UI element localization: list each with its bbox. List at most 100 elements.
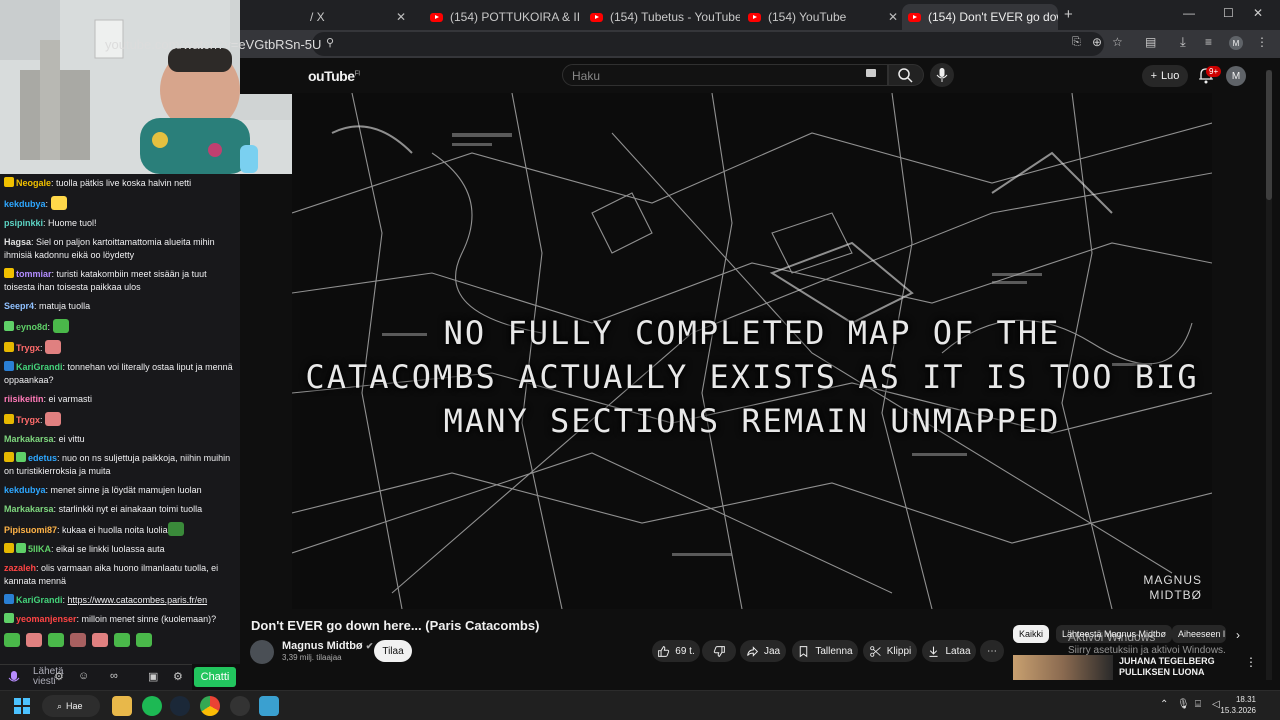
chevron-right-icon[interactable]: › [1236, 628, 1240, 642]
browser-menu-icon[interactable]: ⋮ [1256, 35, 1268, 49]
chat-username[interactable]: tommiar [16, 269, 52, 279]
badge-icon [4, 177, 14, 187]
chat-username[interactable]: 5IIKA [28, 544, 51, 554]
steam-icon[interactable] [170, 696, 190, 716]
emote-icon[interactable] [26, 633, 42, 647]
video-player[interactable]: NO FULLY COMPLETED MAP OF THE CATACOMBS … [292, 93, 1212, 609]
chat-link[interactable]: https://www.catacombes.paris.fr/en [68, 595, 208, 605]
chrome-icon[interactable] [200, 696, 220, 716]
chat-username[interactable]: Trygx [16, 415, 40, 425]
install-icon[interactable]: ⎘ [1072, 36, 1081, 49]
chat-username[interactable]: zazaleh [4, 563, 36, 573]
media-icon[interactable]: ≡ [1205, 35, 1212, 49]
chat-username[interactable]: Trygx [16, 343, 40, 353]
keyboard-icon[interactable] [866, 69, 876, 77]
volume-icon[interactable]: ◁ [1212, 699, 1220, 710]
zoom-icon[interactable]: ⊕ [1092, 35, 1102, 49]
save-button[interactable]: Tallenna [792, 640, 858, 662]
download-icon[interactable]: ⤓ [1180, 34, 1186, 50]
site-info-icon[interactable]: ⚲ [326, 36, 334, 49]
file-explorer-icon[interactable] [112, 696, 132, 716]
voice-search-button[interactable] [930, 63, 954, 87]
chat-username[interactable]: KariGrandi [16, 362, 63, 372]
create-button[interactable]: + Luo [1142, 65, 1188, 87]
close-icon[interactable]: ✕ [396, 10, 406, 24]
badge-icon [4, 613, 14, 623]
chat-username[interactable]: eyno8d [16, 322, 48, 332]
download-button[interactable]: Lataa [922, 640, 976, 662]
url-text[interactable]: youtube.com/watch?v=eVGtbRSn-5U [105, 37, 321, 52]
chat-username[interactable]: yeomanjenser [16, 614, 77, 624]
chat-username[interactable]: Pipisuomi87 [4, 525, 57, 535]
settings-icon[interactable]: ⚙ [54, 670, 64, 683]
tab-tubetus[interactable]: (154) Tubetus - YouTube✕ [590, 5, 740, 29]
page-scrollbar[interactable] [1266, 70, 1272, 680]
network-icon[interactable]: ⌸ [1195, 699, 1201, 710]
channel-avatar[interactable] [250, 640, 274, 664]
mic-icon[interactable] [8, 671, 20, 685]
taskbar-search[interactable]: ⌕ Hae [42, 695, 100, 717]
chat-username[interactable]: riisikeitin [4, 394, 44, 404]
spotify-icon[interactable] [142, 696, 162, 716]
recommendation-thumbnail[interactable] [1013, 655, 1113, 680]
chat-username[interactable]: Seepr4 [4, 301, 34, 311]
close-icon[interactable]: ✕ [888, 10, 898, 24]
tray-chevron-icon[interactable]: ⌃ [1160, 699, 1168, 710]
chat-send-button[interactable]: Chatti [194, 667, 236, 687]
youtube-logo[interactable]: ouTubeFI [308, 68, 360, 84]
tab-pottukoira[interactable]: (154) POTTUKOIRA & IIPPADAAL✕ [430, 5, 580, 29]
profile-avatar[interactable]: M [1229, 36, 1243, 50]
new-tab-button[interactable]: + [1064, 6, 1073, 23]
emote-icon[interactable] [92, 633, 108, 647]
address-bar[interactable] [312, 32, 1104, 56]
clip-button[interactable]: Klippi [863, 640, 917, 662]
scrollbar-thumb[interactable] [1266, 70, 1272, 200]
recommendation-menu-icon[interactable]: ⋮ [1245, 655, 1257, 669]
bookmark-star-icon[interactable]: ☆ [1112, 35, 1123, 49]
chat-username[interactable]: KariGrandi [16, 595, 63, 605]
chat-username[interactable]: Markakarsa [4, 434, 54, 444]
minimize-button[interactable]: — [1183, 6, 1195, 20]
chat-username[interactable]: psipinkki [4, 218, 43, 228]
emote-icon[interactable] [114, 633, 130, 647]
chat-username[interactable]: kekdubya [4, 199, 46, 209]
chat-username[interactable]: Neogale [16, 178, 51, 188]
chat-settings-icon[interactable]: ⚙ [173, 670, 183, 683]
recommendation-title[interactable]: JUHANA TEGELBERG PULLIKSEN LUONA [1119, 656, 1229, 678]
emote-icon[interactable] [4, 633, 20, 647]
channel-name[interactable]: Magnus Midtbø ✔ [282, 640, 373, 652]
tray-mic-icon[interactable]: 🎙 [1177, 699, 1190, 710]
chat-username[interactable]: Markakarsa [4, 504, 54, 514]
close-window-button[interactable]: ✕ [1253, 6, 1263, 20]
tab-active-video[interactable]: (154) Don't EVER go down h✕ [902, 4, 1058, 30]
like-button[interactable]: 69 t. [652, 640, 700, 662]
subscribe-button[interactable]: Tilaa [374, 640, 412, 662]
emote-icon[interactable] [48, 633, 64, 647]
share-button[interactable]: Jaa [740, 640, 786, 662]
notepad-icon[interactable] [259, 696, 279, 716]
gift-icon[interactable]: ▣ [148, 670, 158, 683]
tab-x[interactable]: / X ✕ [310, 5, 410, 29]
obs-icon[interactable] [230, 696, 250, 716]
extensions-icon[interactable]: ▤ [1145, 35, 1156, 49]
chat-username[interactable]: Hagsa [4, 237, 31, 247]
chat-input[interactable] [0, 664, 192, 690]
chat-username[interactable]: kekdubya [4, 485, 46, 495]
windows-start-icon[interactable] [14, 698, 30, 714]
more-actions-button[interactable]: ⋯ [980, 640, 1004, 662]
tab-youtube[interactable]: (154) YouTube ✕ [748, 5, 898, 29]
download-label: Lataa [945, 645, 971, 657]
taskbar-clock[interactable]: 18.31 15.3.2026 [1220, 694, 1256, 716]
chat-message: kekdubya: [0, 193, 240, 214]
infinity-icon[interactable]: ∞ [110, 670, 118, 682]
emote-icon[interactable] [136, 633, 152, 647]
emote-icon[interactable] [70, 633, 86, 647]
account-avatar[interactable]: M [1226, 66, 1246, 86]
search-button[interactable] [888, 64, 924, 86]
emoji-icon[interactable]: ☺ [78, 670, 89, 682]
chip-all[interactable]: Kaikki [1013, 625, 1050, 643]
search-input[interactable] [562, 64, 888, 86]
maximize-button[interactable]: ☐ [1223, 6, 1234, 20]
chat-username[interactable]: edetus [28, 453, 57, 463]
dislike-button[interactable] [702, 640, 736, 662]
